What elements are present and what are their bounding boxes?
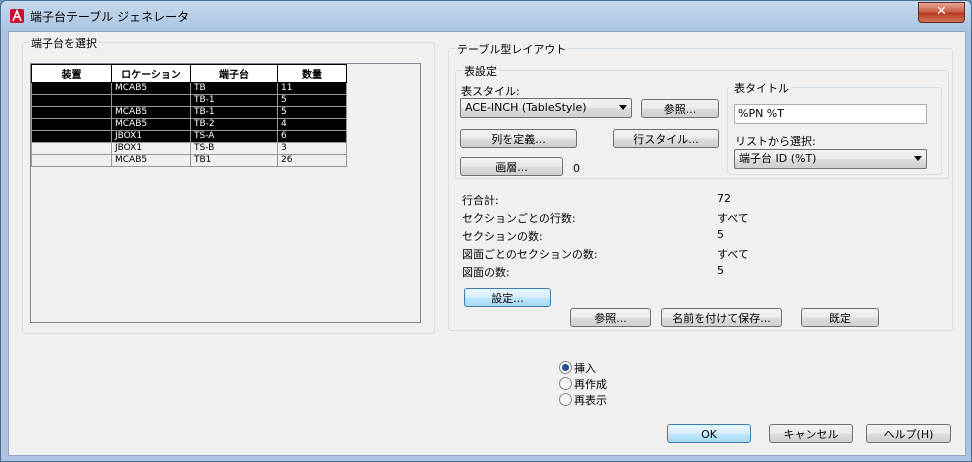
table-row[interactable]: MCAB5 TB-1 5 [31, 106, 347, 119]
column-header-quantity[interactable]: 数量 [277, 64, 347, 83]
cell-device [31, 82, 112, 95]
table-row[interactable]: MCAB5 TB1 26 [31, 154, 347, 167]
terminal-strip-table[interactable]: 装置 ロケーション 端子台 数量 MCAB5 TB 11 TB-1 5 MCAB5 TB-1… [31, 64, 347, 167]
radio-label[interactable]: 挿入 [574, 360, 596, 376]
cell-device [31, 118, 112, 131]
select-terminal-strip-label: 端子台を選択 [29, 35, 99, 51]
table-row[interactable]: JBOX1 TS-A 6 [31, 130, 347, 143]
row-style-button[interactable]: 行スタイル... [613, 129, 719, 148]
cell-device [31, 106, 112, 119]
chevron-down-icon [914, 156, 922, 161]
cell-terminal-strip: TB-1 [190, 106, 278, 119]
stat-label: セクションの数: [462, 230, 543, 243]
layer-button[interactable]: 画層... [460, 157, 563, 176]
column-header-terminal-strip[interactable]: 端子台 [190, 64, 278, 83]
column-header-location[interactable]: ロケーション [111, 64, 191, 83]
help-button[interactable]: ヘルプ(H) [866, 424, 951, 443]
default-button[interactable]: 既定 [801, 308, 879, 327]
cell-terminal-strip: TB-2 [190, 118, 278, 131]
table-title-input[interactable]: %PN %T [734, 104, 927, 124]
table-title-label: 表タイトル [732, 80, 791, 96]
title-list-value: 端子台 ID (%T) [739, 152, 817, 165]
chevron-down-icon [619, 105, 627, 110]
cell-location: JBOX1 [111, 130, 191, 143]
cell-terminal-strip: TS-A [190, 130, 278, 143]
dialog-window: 端子台テーブル ジェネレータ ✕ 端子台を選択 装置 ロケーション 端子台 数量… [0, 0, 972, 462]
cancel-button[interactable]: キャンセル [769, 424, 853, 443]
cell-location: MCAB5 [111, 82, 191, 95]
autocad-logo-icon [10, 9, 24, 23]
table-row[interactable]: MCAB5 TB-2 4 [31, 118, 347, 131]
cell-terminal-strip: TB [190, 82, 278, 95]
cell-device [31, 130, 112, 143]
table-row[interactable]: JBOX1 TS-B 3 [31, 142, 347, 155]
layer-value: 0 [573, 162, 580, 175]
radio-label[interactable]: 再作成 [574, 376, 607, 392]
cell-device [31, 142, 112, 155]
table-row[interactable]: MCAB5 TB 11 [31, 82, 347, 95]
table-settings-label: 表設定 [462, 63, 499, 79]
cell-location: MCAB5 [111, 118, 191, 131]
cell-terminal-strip: TB1 [190, 154, 278, 167]
select-from-list-label: リストから選択: [735, 135, 816, 148]
cell-device [31, 154, 112, 167]
cell-quantity: 5 [277, 106, 347, 119]
terminal-strip-list[interactable]: 装置 ロケーション 端子台 数量 MCAB5 TB 11 TB-1 5 MCAB5 TB-1… [30, 63, 421, 323]
cell-device [31, 94, 112, 107]
cell-location [111, 94, 191, 107]
cell-terminal-strip: TS-B [190, 142, 278, 155]
stat-label: 図面の数: [462, 266, 510, 279]
radio-button[interactable] [559, 393, 572, 406]
dialog-client: 端子台を選択 装置 ロケーション 端子台 数量 MCAB5 TB 11 TB-1 5 MC… [8, 31, 966, 456]
stat-value: 5 [717, 228, 724, 241]
cell-location: MCAB5 [111, 154, 191, 167]
radio-selected-dot [562, 364, 569, 371]
stat-label: 行合計: [462, 194, 499, 207]
stat-label: 図面ごとのセクションの数: [462, 248, 598, 261]
save-as-button[interactable]: 名前を付けて保存... [661, 308, 782, 327]
title-list-dropdown[interactable]: 端子台 ID (%T) [734, 149, 927, 169]
cell-terminal-strip: TB-1 [190, 94, 278, 107]
define-columns-button[interactable]: 列を定義... [460, 129, 577, 148]
ok-button[interactable]: OK [667, 424, 751, 443]
stat-label: セクションごとの行数: [462, 212, 576, 225]
stat-value: すべて [717, 248, 749, 261]
radio-button[interactable] [559, 361, 572, 374]
close-button[interactable]: ✕ [918, 2, 965, 23]
cell-quantity: 11 [277, 82, 347, 95]
stat-value: すべて [717, 212, 749, 225]
table-style-label: 表スタイル: [461, 85, 520, 98]
browse-button[interactable]: 参照... [570, 308, 651, 327]
cell-location: JBOX1 [111, 142, 191, 155]
title-bar[interactable]: 端子台テーブル ジェネレータ ✕ [1, 1, 971, 31]
table-layout-label: テーブル型レイアウト [455, 41, 569, 57]
cell-location: MCAB5 [111, 106, 191, 119]
stat-value: 72 [717, 192, 731, 205]
column-header-device[interactable]: 装置 [31, 64, 112, 83]
cell-quantity: 26 [277, 154, 347, 167]
table-style-browse-button[interactable]: 参照... [641, 99, 719, 118]
window-title: 端子台テーブル ジェネレータ [30, 10, 190, 24]
cell-quantity: 3 [277, 142, 347, 155]
radio-label[interactable]: 再表示 [574, 392, 607, 408]
table-style-dropdown[interactable]: ACE-INCH (TableStyle) [460, 98, 632, 118]
cell-quantity: 6 [277, 130, 347, 143]
table-style-value: ACE-INCH (TableStyle) [465, 101, 587, 114]
cell-quantity: 4 [277, 118, 347, 131]
radio-button[interactable] [559, 377, 572, 390]
table-row[interactable]: TB-1 5 [31, 94, 347, 107]
cell-quantity: 5 [277, 94, 347, 107]
stat-value: 5 [717, 264, 724, 277]
settings-button[interactable]: 設定... [464, 288, 551, 307]
